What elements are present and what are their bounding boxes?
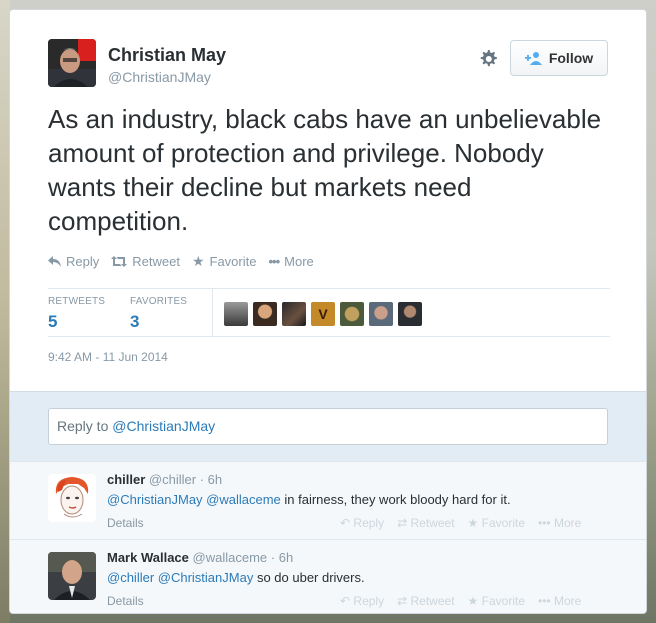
reply-mentions[interactable]: @ChristianJMay @wallaceme bbox=[107, 492, 281, 507]
author-name[interactable]: Christian May bbox=[108, 45, 226, 66]
author-avatar[interactable] bbox=[48, 39, 96, 87]
reply-input[interactable]: Reply to @ChristianJMay bbox=[48, 408, 608, 445]
reply-icon bbox=[48, 256, 61, 267]
more-dots-icon: ••• bbox=[538, 594, 551, 608]
retweet-action[interactable]: ⇄ Retweet bbox=[397, 516, 454, 530]
avatar[interactable] bbox=[224, 302, 248, 326]
avatar[interactable] bbox=[253, 302, 277, 326]
divider bbox=[48, 336, 610, 337]
avatar[interactable] bbox=[369, 302, 393, 326]
more-dots-icon: ••• bbox=[538, 516, 551, 530]
reply-area: Reply to @ChristianJMay bbox=[10, 391, 646, 461]
reply-text: @chiller @ChristianJMay so do uber drive… bbox=[107, 570, 365, 585]
details-link[interactable]: Details bbox=[107, 594, 144, 608]
retweet-icon: ⇄ bbox=[397, 516, 408, 530]
favorite-action[interactable]: ★ Favorite bbox=[192, 253, 257, 270]
reply-label: Reply bbox=[353, 594, 385, 608]
favorite-label: Favorite bbox=[481, 594, 525, 608]
reply-action[interactable]: ↶ Reply bbox=[340, 516, 384, 530]
retweets-stat[interactable]: RETWEETS 5 bbox=[48, 296, 105, 332]
more-label: More bbox=[553, 516, 582, 530]
reply-body: in fairness, they work bloody hard for i… bbox=[280, 492, 511, 507]
tweet-text: As an industry, black cabs have an unbel… bbox=[48, 104, 602, 236]
avatar[interactable] bbox=[282, 302, 306, 326]
retweet-label: Retweet bbox=[132, 254, 180, 269]
avatar[interactable] bbox=[48, 552, 96, 600]
reply-label: Reply bbox=[66, 254, 100, 269]
reply-header: chiller @chiller · 6h bbox=[107, 472, 222, 487]
reply-icon: ↶ bbox=[340, 594, 351, 608]
tweet-timestamp[interactable]: 9:42 AM - 11 Jun 2014 bbox=[48, 350, 168, 364]
follow-button[interactable]: Follow bbox=[510, 40, 608, 76]
reply-actions: ↶ Reply ⇄ Retweet ★ Favorite ••• More bbox=[340, 594, 581, 608]
reply-actions: ↶ Reply ⇄ Retweet ★ Favorite ••• More bbox=[340, 516, 581, 530]
avatar[interactable]: V bbox=[311, 302, 335, 326]
more-action[interactable]: ••• More bbox=[538, 516, 581, 530]
retweets-count: 5 bbox=[48, 312, 58, 331]
star-icon: ★ bbox=[467, 594, 479, 608]
tweet-header: Christian May @ChristianJMay Follow bbox=[48, 39, 608, 91]
favorites-stat[interactable]: FAVORITES 3 bbox=[130, 296, 187, 332]
reply-item: Mark Wallace @wallaceme · 6h @chiller @C… bbox=[10, 539, 646, 613]
favorite-action[interactable]: ★ Favorite bbox=[468, 516, 525, 530]
reply-author-handle[interactable]: @chiller bbox=[149, 472, 196, 487]
reply-time[interactable]: · 6h bbox=[271, 550, 293, 565]
reply-prefix: Reply to bbox=[57, 418, 113, 434]
reply-mention: @ChristianJMay bbox=[112, 418, 216, 434]
more-label: More bbox=[553, 594, 582, 608]
avatar[interactable] bbox=[398, 302, 422, 326]
gear-icon[interactable] bbox=[476, 47, 500, 71]
retweet-label: Retweet bbox=[410, 594, 455, 608]
more-action[interactable]: ••• More bbox=[538, 594, 581, 608]
details-link[interactable]: Details bbox=[107, 516, 144, 530]
reply-item: chiller @chiller · 6h @ChristianJMay @wa… bbox=[10, 461, 646, 539]
star-icon: ★ bbox=[191, 253, 205, 269]
tweet-card: Christian May @ChristianJMay Follow As a… bbox=[9, 9, 647, 614]
reply-header: Mark Wallace @wallaceme · 6h bbox=[107, 550, 293, 565]
more-dots-icon: ••• bbox=[268, 254, 280, 269]
reply-label: Reply bbox=[353, 516, 385, 530]
avatar[interactable] bbox=[340, 302, 364, 326]
favorite-label: Favorite bbox=[209, 254, 257, 269]
star-icon: ★ bbox=[467, 516, 479, 530]
favorite-action[interactable]: ★ Favorite bbox=[468, 594, 525, 608]
author-handle[interactable]: @ChristianJMay bbox=[108, 69, 211, 85]
reply-body: so do uber drivers. bbox=[253, 570, 365, 585]
retweet-label: Retweet bbox=[410, 516, 455, 530]
reply-action[interactable]: Reply bbox=[48, 253, 99, 270]
favorites-count: 3 bbox=[130, 312, 140, 331]
reply-icon: ↶ bbox=[340, 516, 351, 530]
more-action[interactable]: ••• More bbox=[268, 253, 313, 270]
retweets-label: RETWEETS bbox=[48, 296, 106, 307]
reply-author-handle[interactable]: @wallaceme bbox=[193, 550, 268, 565]
reply-author-name[interactable]: chiller bbox=[107, 472, 145, 487]
add-user-icon bbox=[524, 52, 542, 65]
reply-text: @ChristianJMay @wallaceme in fairness, t… bbox=[107, 492, 511, 507]
retweet-icon bbox=[111, 256, 128, 267]
favorite-label: Favorite bbox=[481, 516, 525, 530]
reply-action[interactable]: ↶ Reply bbox=[340, 594, 384, 608]
tweet-stats: RETWEETS 5 FAVORITES 3 V bbox=[48, 288, 610, 336]
tweet-actions: Reply Retweet ★ Favorite ••• More bbox=[48, 253, 314, 270]
retweet-icon: ⇄ bbox=[397, 594, 408, 608]
avatar[interactable] bbox=[48, 474, 96, 522]
reply-author-name[interactable]: Mark Wallace bbox=[107, 550, 189, 565]
reply-mentions[interactable]: @chiller @ChristianJMay bbox=[107, 570, 253, 585]
retweet-action[interactable]: Retweet bbox=[111, 253, 180, 270]
more-label: More bbox=[284, 254, 314, 269]
stats-divider bbox=[212, 288, 213, 336]
favoriter-avatars: V bbox=[224, 302, 422, 326]
follow-label: Follow bbox=[548, 50, 594, 66]
favorites-label: FAVORITES bbox=[130, 296, 188, 307]
retweet-action[interactable]: ⇄ Retweet bbox=[397, 594, 454, 608]
reply-time[interactable]: · 6h bbox=[200, 472, 222, 487]
